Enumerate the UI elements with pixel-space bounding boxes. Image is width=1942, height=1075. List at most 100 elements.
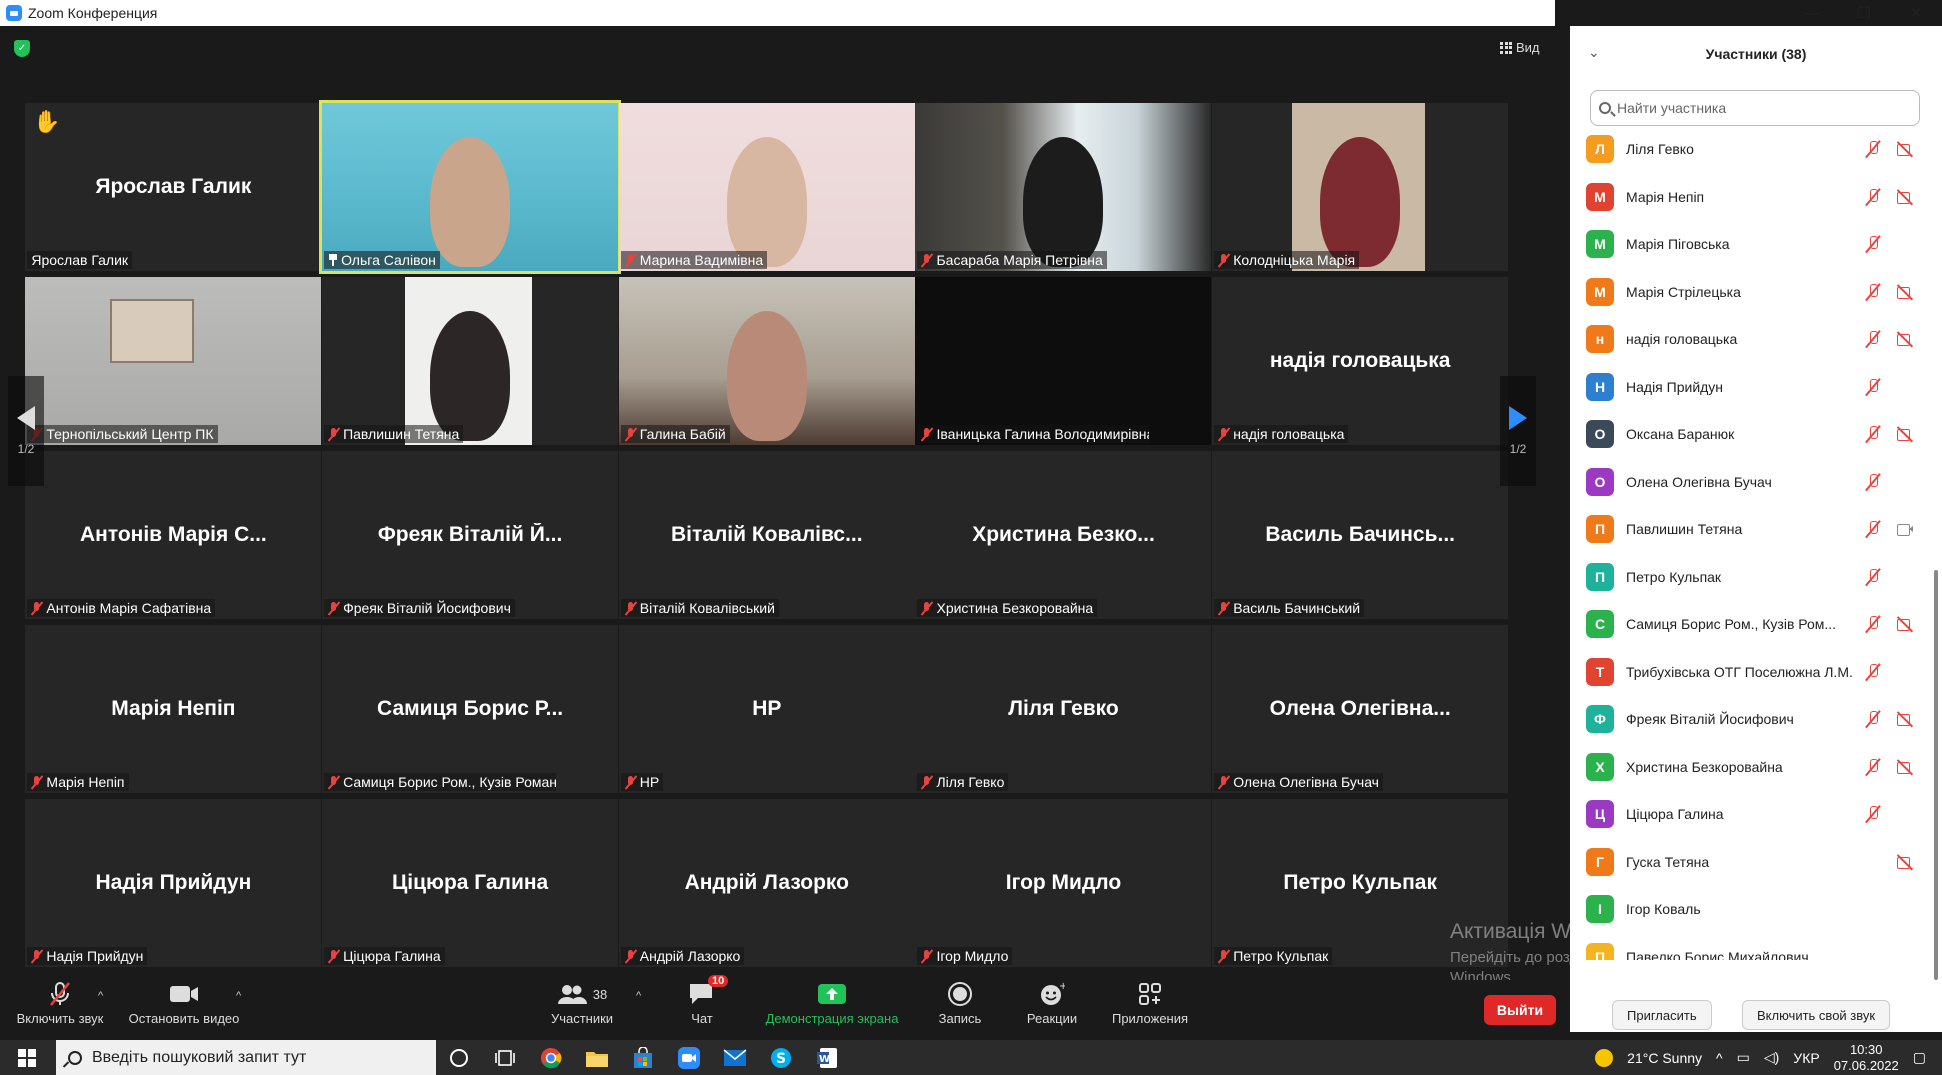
maximize-button[interactable]: ❐ <box>1838 0 1890 26</box>
skype-icon[interactable]: S <box>758 1040 804 1075</box>
video-tile[interactable]: Тернопільський Центр ПК <box>25 277 322 445</box>
participant-row[interactable]: П Павелко Борис Михайлович <box>1570 938 1942 960</box>
video-on-icon[interactable] <box>1896 520 1914 538</box>
tray-chevron-icon[interactable]: ^ <box>1716 1050 1723 1066</box>
unmute-me-button[interactable]: Включить свой звук <box>1742 1000 1891 1030</box>
mic-muted-icon[interactable] <box>1864 140 1882 158</box>
video-off-icon[interactable] <box>1896 140 1914 158</box>
participant-row[interactable]: М Марія Стрілецька <box>1570 273 1942 311</box>
prev-page-button[interactable]: 1/2 <box>8 376 44 486</box>
participant-row[interactable]: П Павлишин Тетяна <box>1570 510 1942 548</box>
mic-muted-icon[interactable] <box>1864 710 1882 728</box>
unmute-button[interactable]: Включить звук <box>10 980 110 1032</box>
mic-muted-icon[interactable] <box>1864 473 1882 491</box>
language-indicator[interactable]: УКР <box>1793 1050 1819 1066</box>
next-page-button[interactable]: 1/2 <box>1500 376 1536 486</box>
audio-options-caret[interactable]: ^ <box>98 990 103 1002</box>
video-tile[interactable]: Ігор Мидло Ігор Мидло <box>915 799 1212 967</box>
participant-row[interactable]: П Петро Кульпак <box>1570 558 1942 596</box>
participant-row[interactable]: Ф Фреяк Віталій Йосифович <box>1570 700 1942 738</box>
participants-button[interactable]: 38 Участники <box>540 980 624 1032</box>
video-off-icon[interactable] <box>1896 758 1914 776</box>
video-off-icon[interactable] <box>1896 853 1914 871</box>
video-tile[interactable]: Басараба Марія Петрівна <box>915 103 1212 271</box>
video-off-icon[interactable] <box>1896 425 1914 443</box>
share-screen-button[interactable]: Демонстрация экрана <box>752 980 912 1032</box>
mic-muted-icon[interactable] <box>1864 568 1882 586</box>
participant-search[interactable] <box>1590 90 1920 126</box>
participant-row[interactable]: Г Гуска Тетяна <box>1570 843 1942 881</box>
chat-button[interactable]: 10 Чат <box>672 975 732 1032</box>
video-tile[interactable]: надія головацька надія головацька <box>1212 277 1509 445</box>
minimize-button[interactable]: — <box>1786 0 1838 26</box>
video-tile[interactable]: Самиця Борис Р... Самиця Борис Ром., Кузі… <box>322 625 619 793</box>
participant-row[interactable]: н надія головацька <box>1570 320 1942 358</box>
video-tile[interactable]: Павлишин Тетяна <box>322 277 619 445</box>
participant-row[interactable]: Х Христина Безкоровайна <box>1570 748 1942 786</box>
close-button[interactable]: ✕ <box>1890 0 1942 26</box>
mic-muted-icon[interactable] <box>1864 520 1882 538</box>
mic-muted-icon[interactable] <box>1864 615 1882 633</box>
invite-button[interactable]: Пригласить <box>1612 1000 1712 1030</box>
video-tile[interactable]: Фреяк Віталій Й... Фреяк Віталій Йосифови… <box>322 451 619 619</box>
windows-start-icon[interactable] <box>18 1048 36 1067</box>
word-icon[interactable]: W <box>804 1040 850 1075</box>
video-tile[interactable]: Василь Бачинсь... Василь Бачинський <box>1212 451 1509 619</box>
taskbar-search-box[interactable]: Введіть пошуковий запит тут <box>56 1040 436 1075</box>
reactions-button[interactable]: + Реакции <box>1012 980 1092 1032</box>
mic-muted-icon[interactable] <box>1864 235 1882 253</box>
mic-muted-icon[interactable] <box>1864 425 1882 443</box>
participant-row[interactable]: Н Надія Прийдун <box>1570 368 1942 406</box>
video-tile[interactable]: ✋ Ярослав Галик Ярослав Галик <box>25 103 322 271</box>
participant-search-input[interactable] <box>1617 100 1897 116</box>
participant-row[interactable]: І Ігор Коваль <box>1570 890 1942 928</box>
video-tile[interactable]: Колодніцька Марія <box>1212 103 1509 271</box>
video-tile[interactable]: Віталій Ковалівс... Віталій Ковалівський <box>618 451 915 619</box>
network-icon[interactable]: ▭ <box>1737 1049 1750 1066</box>
mail-icon[interactable] <box>712 1040 758 1075</box>
cortana-circle-icon[interactable] <box>436 1040 482 1075</box>
volume-icon[interactable]: ◁) <box>1764 1049 1779 1066</box>
video-tile[interactable]: Надія Прийдун Надія Прийдун <box>25 799 322 967</box>
participant-row[interactable]: О Оксана Баранюк <box>1570 415 1942 453</box>
video-off-icon[interactable] <box>1896 188 1914 206</box>
participant-row[interactable]: С Самиця Борис Ром., Кузів Ром... <box>1570 605 1942 643</box>
weather-text[interactable]: 21°C Sunny <box>1627 1050 1702 1066</box>
participant-row[interactable]: Т Трибухівська ОТГ Поселюжна Л.М. <box>1570 653 1942 691</box>
video-tile[interactable]: Галина Бабій <box>618 277 915 445</box>
participants-caret[interactable]: ^ <box>636 990 641 1002</box>
file-explorer-icon[interactable] <box>574 1040 620 1075</box>
mic-muted-icon[interactable] <box>1864 283 1882 301</box>
leave-button[interactable]: Выйти <box>1484 995 1556 1025</box>
clock[interactable]: 10:30 07.06.2022 <box>1834 1042 1899 1074</box>
video-tile[interactable]: Ціцюра Галина Ціцюра Галина <box>322 799 619 967</box>
video-tile[interactable]: Андрій Лазорко Андрій Лазорко <box>618 799 915 967</box>
mic-muted-icon[interactable] <box>1864 330 1882 348</box>
view-button[interactable]: Вид <box>1500 40 1540 55</box>
record-button[interactable]: Запись <box>920 980 1000 1032</box>
security-shield-icon[interactable]: ✓ <box>14 40 30 57</box>
video-options-caret[interactable]: ^ <box>236 990 241 1002</box>
video-tile[interactable]: Марина Вадимівна <box>618 103 915 271</box>
chrome-icon[interactable] <box>528 1040 574 1075</box>
video-tile[interactable]: Ліля Гевко Ліля Гевко <box>915 625 1212 793</box>
participant-row[interactable]: О Олена Олегівна Бучач <box>1570 463 1942 501</box>
video-tile[interactable]: Марія Непіп Марія Непіп <box>25 625 322 793</box>
mic-muted-icon[interactable] <box>1864 805 1882 823</box>
zoom-taskbar-icon[interactable] <box>666 1040 712 1075</box>
video-tile[interactable]: Христина Безко... Христина Безкоровайна <box>915 451 1212 619</box>
video-tile[interactable]: Антонів Марія С... Антонів Марія Сафатівн… <box>25 451 322 619</box>
notifications-icon[interactable]: ▢ <box>1913 1049 1926 1066</box>
video-tile[interactable]: НР НР <box>618 625 915 793</box>
participant-row[interactable]: М Марія Піговська <box>1570 225 1942 263</box>
participant-list-scrollbar[interactable] <box>1934 570 1938 980</box>
video-off-icon[interactable] <box>1896 710 1914 728</box>
apps-button[interactable]: Приложения <box>1104 980 1196 1032</box>
mic-muted-icon[interactable] <box>1864 188 1882 206</box>
store-icon[interactable] <box>620 1040 666 1075</box>
mic-muted-icon[interactable] <box>1864 663 1882 681</box>
participant-row[interactable]: М Марія Непіп <box>1570 178 1942 216</box>
mic-muted-icon[interactable] <box>1864 758 1882 776</box>
task-view-icon[interactable] <box>482 1040 528 1075</box>
video-off-icon[interactable] <box>1896 283 1914 301</box>
